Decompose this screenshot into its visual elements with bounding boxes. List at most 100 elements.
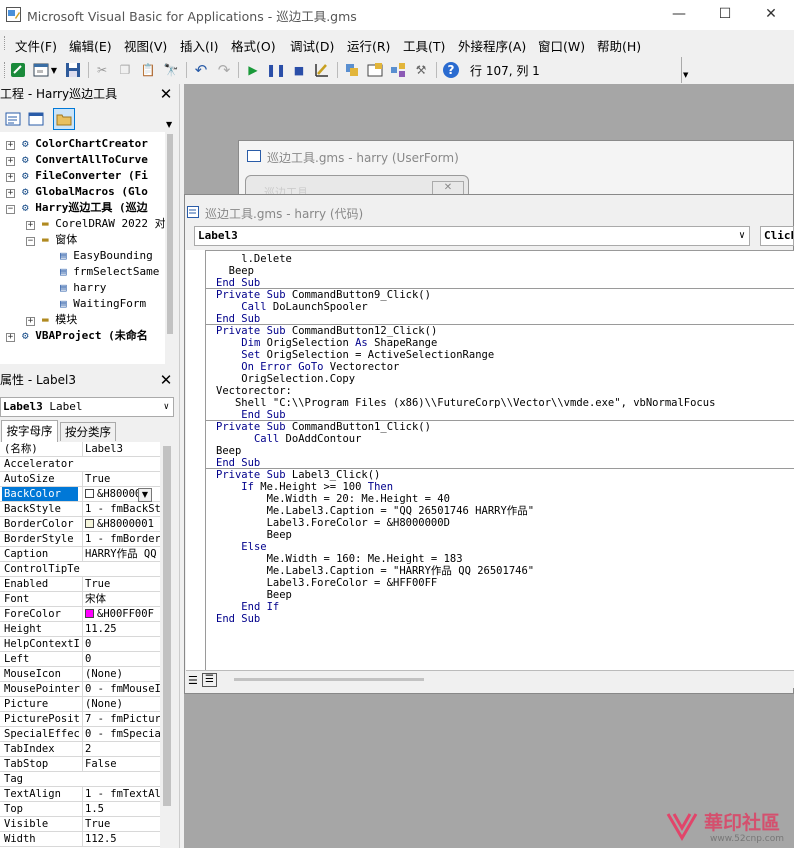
code-line[interactable]: Call DoAddContour <box>216 433 361 445</box>
property-row[interactable]: MousePointer 0 - fmMouseI <box>0 682 160 697</box>
property-row[interactable]: Enabled True <box>0 577 160 592</box>
code-line[interactable]: Label3.ForeColor = &H8000000D <box>216 517 450 529</box>
property-value[interactable]: Label3 <box>82 442 160 456</box>
code-line[interactable]: Vectorector: <box>216 385 292 397</box>
tree-item-convertalltocurve[interactable]: ⚙ ConvertAllToCurve <box>22 152 148 168</box>
property-value[interactable]: True <box>82 472 160 486</box>
property-row[interactable]: Top 1.5 <box>0 802 160 817</box>
tree-item-fileconverter[interactable]: ⚙ FileConverter (Fi <box>22 168 148 184</box>
menu-format[interactable]: 格式(O) <box>231 36 276 55</box>
project-panel-close-button[interactable]: ✕ <box>157 85 175 103</box>
property-row[interactable]: TextAlign 1 - fmTextAl <box>0 787 160 802</box>
property-value[interactable]: HARRY作品 QQ <box>82 547 160 561</box>
code-line[interactable]: Dim OrigSelection As ShapeRange <box>216 337 437 349</box>
tree-item-coreldraw-objects[interactable]: ▬ CorelDRAW 2022 对 <box>42 216 166 232</box>
menu-tools[interactable]: 工具(T) <box>403 36 445 55</box>
property-row[interactable]: (名称) Label3 <box>0 442 160 457</box>
code-line[interactable]: Beep <box>216 445 241 457</box>
property-value[interactable]: 2 <box>82 742 160 756</box>
tree-item-colorchartcreator[interactable]: ⚙ ColorChartCreator <box>22 136 148 152</box>
code-line[interactable]: Call DoLaunchSpooler <box>216 301 367 313</box>
tree-item-easybounding[interactable]: ▤ EasyBounding <box>60 248 153 264</box>
reset-icon[interactable]: ■ <box>290 61 308 79</box>
tab-categorized[interactable]: 按分类序 <box>60 422 116 441</box>
code-line[interactable]: Private Sub CommandButton12_Click() <box>216 325 437 337</box>
minimize-button[interactable]: — <box>656 0 702 30</box>
menu-debug[interactable]: 调试(D) <box>290 36 334 55</box>
tree-item-globalmacros[interactable]: ⚙ GlobalMacros (Glo <box>22 184 148 200</box>
collapse-icon[interactable]: − <box>6 205 15 214</box>
code-line[interactable]: Beep <box>216 529 292 541</box>
menu-insert[interactable]: 插入(I) <box>180 36 218 55</box>
property-row[interactable]: Left 0 <box>0 652 160 667</box>
code-line[interactable]: Private Sub Label3_Click() <box>216 469 380 481</box>
property-value[interactable]: 7 - fmPictur <box>82 712 160 726</box>
code-line[interactable]: Private Sub CommandButton1_Click() <box>216 421 431 433</box>
property-row[interactable]: Visible True <box>0 817 160 832</box>
code-line[interactable]: Set OrigSelection = ActiveSelectionRange <box>216 349 494 361</box>
property-value[interactable]: 1 - fmBorder <box>82 532 160 546</box>
tree-item-harry-form[interactable]: ▤ harry <box>60 280 106 296</box>
userform-window[interactable]: 巡边工具.gms - harry (UserForm) 巡边工具 ✕ <box>238 140 794 199</box>
menu-addins[interactable]: 外接程序(A) <box>458 36 526 55</box>
maximize-button[interactable]: ☐ <box>702 0 748 30</box>
toolbar-overflow-grip[interactable]: ▼ <box>681 57 691 83</box>
property-value[interactable]: True <box>82 577 160 591</box>
tree-item-modules-folder[interactable]: ▬ 模块 <box>42 312 77 328</box>
property-row[interactable]: ForeColor &H00FF00F <box>0 607 160 622</box>
property-row[interactable]: SpecialEffect 0 - fmSpecia <box>0 727 160 742</box>
property-row[interactable]: Tag <box>0 772 160 787</box>
view-code-icon[interactable] <box>4 110 22 128</box>
find-icon[interactable]: 🔭 <box>162 61 180 79</box>
menu-run[interactable]: 运行(R) <box>347 36 390 55</box>
properties-window-icon[interactable] <box>366 61 384 79</box>
backcolor-dropdown-button[interactable]: ▼ <box>138 488 152 502</box>
properties-scrollbar[interactable] <box>160 442 176 848</box>
code-line[interactable]: Me.Label3.Caption = "HARRY作品 QQ 26501746… <box>216 565 535 577</box>
object-dropdown[interactable]: Label3 ∨ <box>194 226 750 246</box>
code-line[interactable]: End If <box>216 601 279 613</box>
property-row[interactable]: MouseIcon (None) <box>0 667 160 682</box>
property-value[interactable]: 0 - fmSpecia <box>82 727 160 741</box>
project-tree-scrollbar[interactable] <box>165 132 176 364</box>
expand-icon[interactable]: + <box>6 157 15 166</box>
property-value[interactable]: &H00FF00F <box>82 607 160 621</box>
view-object-icon[interactable] <box>27 110 45 128</box>
property-value[interactable]: 0 <box>82 637 160 651</box>
property-value[interactable]: 1 - fmTextAl <box>82 787 160 801</box>
property-row[interactable]: Accelerator <box>0 457 160 472</box>
collapse-icon[interactable]: − <box>26 237 35 246</box>
expand-icon[interactable]: + <box>6 173 15 182</box>
property-row[interactable]: ControlTipTex <box>0 562 160 577</box>
code-line[interactable]: Me.Label3.Caption = "QQ 26501746 HARRY作品… <box>216 505 535 517</box>
property-value[interactable]: True <box>82 817 160 831</box>
tree-item-frmselectsame[interactable]: ▤ frmSelectSame <box>60 264 159 280</box>
tree-item-forms-folder[interactable]: ▬ 窗体 <box>42 232 77 248</box>
menu-window[interactable]: 窗口(W) <box>538 36 585 55</box>
insert-userform-icon[interactable] <box>32 61 50 79</box>
panel-toolbar-dropdown[interactable]: ▼ <box>166 120 172 129</box>
menu-view[interactable]: 视图(V) <box>124 36 167 55</box>
insert-dropdown-icon[interactable]: ▼ <box>50 61 58 79</box>
properties-panel-close-button[interactable]: ✕ <box>157 371 175 389</box>
property-value[interactable]: 0 <box>82 652 160 666</box>
expand-icon[interactable]: + <box>26 221 35 230</box>
property-row[interactable]: Font 宋体 <box>0 592 160 607</box>
tree-item-vbaproject[interactable]: ⚙ VBAProject (未命名 <box>22 328 148 344</box>
object-browser-icon[interactable] <box>389 61 407 79</box>
property-value[interactable]: 112.5 <box>82 832 160 846</box>
object-selector[interactable]: Label3 Label ∨ <box>0 397 174 417</box>
redo-icon[interactable]: ↷ <box>215 61 233 79</box>
paste-icon[interactable]: 📋 <box>139 61 157 79</box>
property-value[interactable]: 0 - fmMouseI <box>82 682 160 696</box>
cut-icon[interactable]: ✂ <box>93 61 111 79</box>
expand-icon[interactable]: + <box>6 333 15 342</box>
property-row[interactable]: Width 112.5 <box>0 832 160 847</box>
property-value[interactable]: 1.5 <box>82 802 160 816</box>
code-margin-indicator[interactable] <box>186 250 206 670</box>
property-row[interactable]: TabIndex 2 <box>0 742 160 757</box>
copy-icon[interactable]: ❐ <box>116 61 134 79</box>
code-line[interactable]: Beep <box>216 589 292 601</box>
design-mode-icon[interactable] <box>313 61 331 79</box>
property-row[interactable]: Caption HARRY作品 QQ <box>0 547 160 562</box>
